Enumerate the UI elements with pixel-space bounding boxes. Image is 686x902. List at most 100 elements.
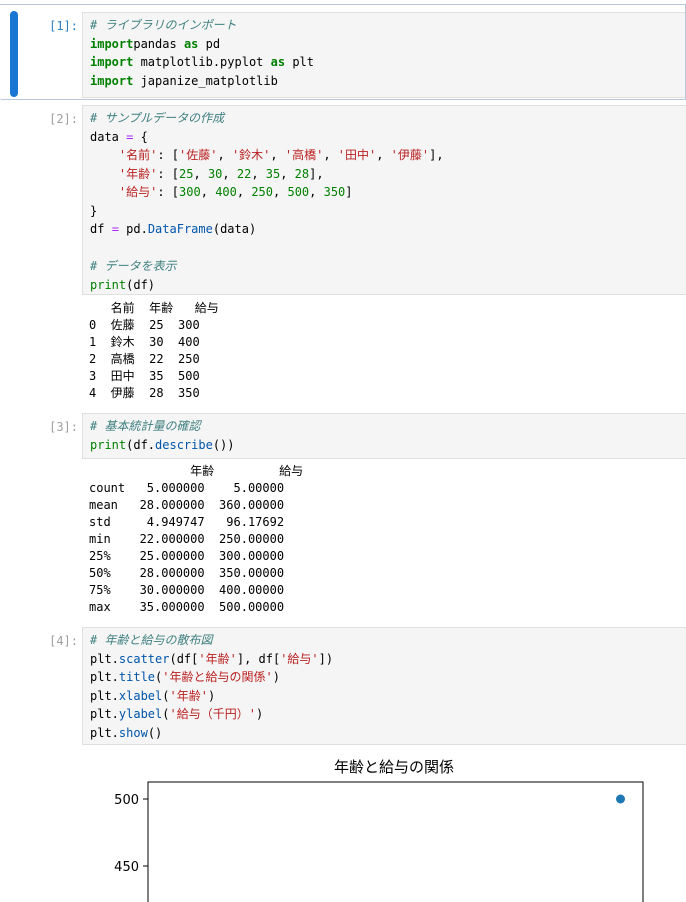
code-token: import (90, 55, 134, 69)
code-editor[interactable]: # サンプルデータの作成 data = { '名前': ['佐藤', '鈴木', … (82, 105, 686, 295)
code-token: # データを表示 (90, 259, 177, 273)
code-token: as (270, 55, 286, 69)
code-token: , (193, 166, 208, 181)
code-token: (df) (126, 277, 156, 292)
code-token: xlabel (118, 688, 163, 703)
code-line: plt.show() (90, 724, 686, 743)
cell-output: 名前 年齢 給与 0 佐藤 25 300 1 鈴木 30 400 2 高橋 22 25… (89, 300, 686, 402)
code-token: : [ (157, 166, 180, 181)
code-token: # サンプルデータの作成 (90, 111, 225, 125)
output-line: 1 鈴木 30 400 (89, 335, 200, 349)
code-token: 350 (323, 185, 346, 199)
code-line: # 年齢と給与の散布図 (90, 631, 686, 650)
output-line: 50% 28.000000 350.00000 (89, 566, 285, 580)
code-cell-4[interactable]: [4]: # 年齢と給与の散布図 plt.scatter(df['年齢'], df… (0, 626, 686, 902)
code-line: print(df) (90, 276, 686, 295)
code-token: (df. (126, 437, 156, 452)
code-line: '名前': ['佐藤', '鈴木', '高橋', '田中', '伊藤'], (90, 146, 686, 165)
output-line: 3 田中 35 500 (89, 369, 200, 383)
output-line: 4 伊藤 28 350 (89, 386, 200, 400)
code-token: as (183, 36, 199, 51)
code-token: show (118, 725, 148, 740)
code-line: import japanize_matplotlib (90, 72, 685, 91)
active-cell-indicator (10, 11, 18, 97)
code-line: data = { (90, 128, 686, 147)
code-cell-3[interactable]: [3]: # 基本統計量の確認 print(df.describe()) 年齢 給… (0, 412, 686, 622)
code-token: , (280, 166, 295, 181)
code-line: df = pd.DataFrame(data) (90, 220, 686, 239)
code-token: ( (162, 707, 170, 721)
cell-prompt: [1]: (49, 19, 78, 33)
code-line: '年齢': [25, 30, 22, 35, 28], (90, 165, 686, 184)
code-token: ) (255, 707, 264, 721)
code-token: 35 (265, 166, 281, 181)
code-token: print (90, 277, 127, 292)
cell-prompt: [2]: (49, 112, 78, 126)
code-token: import (90, 36, 134, 51)
code-cell-1[interactable]: [1]: # ライブラリのインポート importpandas as pd impo… (0, 4, 686, 100)
code-line: # 基本統計量の確認 (90, 417, 686, 436)
code-token: ( (162, 688, 170, 703)
code-token: plt (285, 55, 314, 69)
code-line: plt.title('年齢と給与の関係') (90, 668, 686, 687)
y-tick-label: 500 (114, 793, 139, 808)
code-token: plt. (90, 651, 119, 666)
code-token: DataFrame (147, 222, 213, 236)
code-token: 400 (215, 185, 237, 199)
scatter-point (616, 794, 625, 804)
code-token: , (270, 148, 285, 162)
output-line: 年齢 給与 (89, 464, 304, 478)
code-token: () (147, 725, 163, 740)
code-token: ] (345, 185, 353, 199)
code-token: '名前' (118, 148, 158, 162)
output-line: 25% 25.000000 300.00000 (89, 549, 285, 563)
cell-prompt: [4]: (49, 634, 78, 648)
code-editor[interactable]: # ライブラリのインポート importpandas as pd import ma… (82, 12, 685, 98)
code-token: = (111, 222, 119, 236)
output-line: min 22.000000 250.00000 (89, 532, 285, 546)
code-token: import (90, 73, 134, 88)
code-line: plt.xlabel('年齢') (90, 687, 686, 706)
code-token: '高橋' (284, 148, 324, 162)
code-token: 500 (287, 185, 310, 199)
code-cell-2[interactable]: [2]: # サンプルデータの作成 data = { '名前': ['佐藤', '… (0, 104, 686, 404)
code-token: # ライブラリのインポート (90, 18, 237, 32)
code-token: , (251, 166, 266, 181)
code-token: , (236, 185, 252, 199)
code-token: plt. (90, 725, 119, 740)
code-token: , (222, 166, 237, 181)
code-token: '伊藤' (390, 148, 430, 162)
code-token: , (217, 148, 232, 162)
code-line: plt.scatter(df['年齢'], df['給与']) (90, 650, 686, 669)
code-token: print (90, 437, 127, 452)
code-token: # 年齢と給与の散布図 (90, 633, 213, 647)
code-token: df (90, 222, 112, 236)
output-line: count 5.000000 5.00000 (89, 481, 285, 495)
code-line: # ライブラリのインポート (90, 16, 685, 35)
code-line: '給与': [300, 400, 250, 500, 350] (90, 183, 686, 202)
code-token: 22 (236, 166, 252, 181)
code-line: import matplotlib.pyplot as plt (90, 53, 685, 72)
code-token: ) (207, 688, 216, 703)
code-editor[interactable]: # 基本統計量の確認 print(df.describe()) (82, 413, 686, 459)
code-line: } (90, 202, 686, 221)
code-token: 28 (294, 166, 310, 181)
code-token: '年齢' (198, 651, 237, 666)
code-token: '佐藤' (179, 148, 218, 162)
code-token: '年齢と給与の関係' (162, 670, 273, 684)
code-token: describe (155, 437, 213, 452)
code-token: plt. (90, 707, 119, 721)
code-token: 30 (207, 166, 223, 181)
code-token: '給与（千円）' (169, 707, 256, 721)
y-tick-label: 450 (114, 860, 139, 875)
code-token: '給与' (280, 651, 319, 666)
scatter-chart: 年齢と給与の関係 500 450 (114, 758, 644, 902)
code-token: ], (309, 166, 324, 181)
code-editor[interactable]: # 年齢と給与の散布図 plt.scatter(df['年齢'], df['給与'… (82, 627, 686, 745)
output-line: 名前 年齢 給与 (89, 301, 219, 315)
output-line: max 35.000000 500.00000 (89, 600, 285, 614)
code-token: , (376, 148, 391, 162)
code-token: : [ (157, 148, 180, 162)
code-token: 25 (179, 166, 194, 181)
